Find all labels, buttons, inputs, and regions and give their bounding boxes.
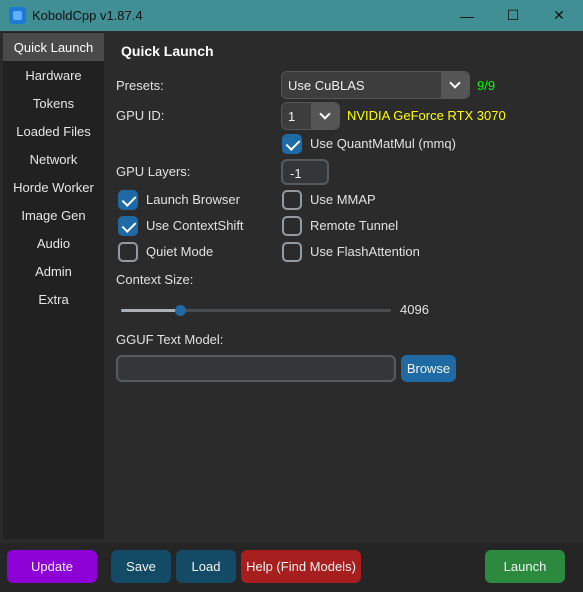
gpu-id-value: 1 [288,109,296,124]
sidebar-item-quick-launch[interactable]: Quick Launch [3,33,104,61]
sidebar: Quick Launch Hardware Tokens Loaded File… [3,32,104,539]
sidebar-item-loaded-files[interactable]: Loaded Files [3,117,104,145]
save-button[interactable]: Save [111,550,171,583]
remote-tunnel-checkbox[interactable] [282,216,302,236]
use-mmap-label: Use MMAP [310,192,376,207]
chevron-down-icon[interactable] [311,103,339,129]
close-button[interactable]: ✕ [536,0,582,31]
slider-fill [121,309,181,312]
gpu-id-dropdown[interactable]: 1 [281,102,340,130]
browse-button[interactable]: Browse [401,355,456,382]
sidebar-item-image-gen[interactable]: Image Gen [3,201,104,229]
chevron-down-icon[interactable] [441,72,469,98]
quiet-mode-label: Quiet Mode [146,244,214,259]
use-contextshift-label: Use ContextShift [146,218,244,233]
use-contextshift-checkbox[interactable] [118,216,138,236]
gpu-layers-value: -1 [290,166,302,181]
model-path-input[interactable] [116,355,396,382]
context-size-label: Context Size: [116,272,194,287]
presets-value: Use CuBLAS [288,78,365,93]
app-icon [9,7,26,24]
window-title: KoboldCpp v1.87.4 [32,8,143,23]
model-label: GGUF Text Model: [116,332,224,347]
presets-dropdown[interactable]: Use CuBLAS [281,71,470,99]
use-flashattention-label: Use FlashAttention [310,244,420,259]
load-button[interactable]: Load [176,550,236,583]
sidebar-item-network[interactable]: Network [3,145,104,173]
launch-browser-checkbox[interactable] [118,190,138,210]
launch-button[interactable]: Launch [485,550,565,583]
page-title: Quick Launch [121,43,214,59]
gpu-id-label: GPU ID: [116,108,165,123]
minimize-button[interactable]: — [444,0,490,31]
quiet-mode-checkbox[interactable] [118,242,138,262]
use-mmap-checkbox[interactable] [282,190,302,210]
maximize-button[interactable]: ☐ [490,0,536,31]
slider-thumb[interactable] [175,305,187,316]
sidebar-item-audio[interactable]: Audio [3,229,104,257]
update-button[interactable]: Update [7,550,97,583]
launch-browser-label: Launch Browser [146,192,240,207]
quantmatmul-label: Use QuantMatMul (mmq) [310,136,456,151]
title-bar: KoboldCpp v1.87.4 — ☐ ✕ [0,0,583,31]
context-size-value: 4096 [400,302,429,317]
gpu-layers-input[interactable]: -1 [281,159,329,185]
sidebar-item-extra[interactable]: Extra [3,285,104,313]
use-flashattention-checkbox[interactable] [282,242,302,262]
sidebar-item-hardware[interactable]: Hardware [3,61,104,89]
remote-tunnel-label: Remote Tunnel [310,218,399,233]
help-find-models-button[interactable]: Help (Find Models) [241,550,361,583]
gpu-layers-label: GPU Layers: [116,164,191,179]
presets-label: Presets: [116,78,164,93]
sidebar-item-tokens[interactable]: Tokens [3,89,104,117]
gpu-name: NVIDIA GeForce RTX 3070 [347,108,506,123]
presets-count: 9/9 [477,78,496,93]
sidebar-item-admin[interactable]: Admin [3,257,104,285]
context-size-slider[interactable] [121,305,391,316]
sidebar-item-horde-worker[interactable]: Horde Worker [3,173,104,201]
quantmatmul-checkbox[interactable] [282,134,302,154]
